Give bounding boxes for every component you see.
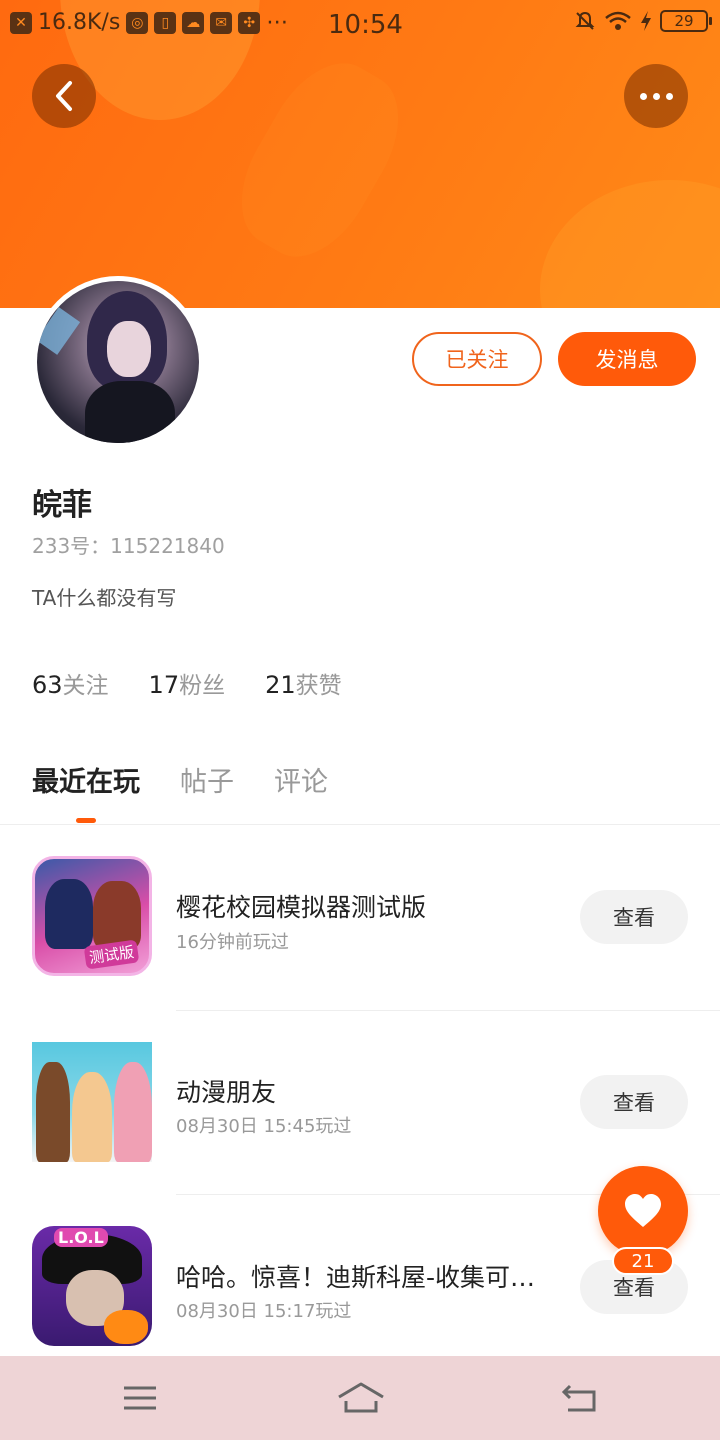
stat-following[interactable]: 63关注 [32, 666, 109, 700]
menu-icon [124, 1386, 156, 1410]
phone-icon: ▯ [154, 11, 177, 34]
tab-recently-played[interactable]: 最近在玩 [32, 760, 140, 799]
game-title: 哈哈。惊喜！迪斯科屋-收集可… [176, 1263, 536, 1292]
nav-back-button[interactable] [558, 1376, 602, 1420]
home-icon [338, 1382, 384, 1413]
fan-icon: ✣ [238, 11, 261, 34]
stat-fans[interactable]: 17粉丝 [149, 666, 226, 700]
cloud-icon: ☁ [182, 11, 205, 34]
view-button[interactable]: 查看 [580, 890, 688, 944]
notification-app-icon: ✕ [10, 11, 32, 34]
tab-posts[interactable]: 帖子 [180, 760, 234, 799]
network-speed: 16.8K/s [38, 10, 121, 35]
mute-icon [575, 11, 595, 30]
followed-button[interactable]: 已关注 [412, 332, 542, 386]
game-played-time: 08月30日 15:17玩过 [176, 1301, 352, 1322]
more-notifications: ⋯ [266, 10, 289, 35]
like-button[interactable] [598, 1166, 688, 1256]
user-id: 233号：115221840 [32, 534, 225, 558]
bio: TA什么都没有写 [32, 586, 177, 610]
more-dots-icon [639, 92, 673, 100]
game-icon[interactable]: 测试版 [32, 856, 152, 976]
mail-icon: ✉ [210, 11, 233, 34]
send-message-button[interactable]: 发消息 [558, 332, 696, 386]
back-button[interactable] [32, 64, 96, 128]
chevron-left-icon [56, 81, 72, 111]
status-bar: ✕ 16.8K/s ◎ ▯ ☁ ✉ ✣ ⋯ 10:54 29 [0, 0, 720, 50]
wechat-icon: ◎ [126, 11, 149, 34]
game-icon[interactable] [32, 1042, 152, 1162]
game-played-time: 16分钟前玩过 [176, 932, 289, 953]
game-badge: 测试版 [83, 939, 140, 970]
like-count-badge: 21 [612, 1247, 674, 1275]
avatar[interactable] [32, 276, 204, 448]
view-button[interactable]: 查看 [580, 1075, 688, 1129]
stat-likes[interactable]: 21获赞 [265, 666, 342, 700]
game-logo: L.O.L [54, 1228, 108, 1247]
game-title: 动漫朋友 [176, 1078, 277, 1107]
game-icon[interactable]: L.O.L [32, 1226, 152, 1346]
divider [0, 824, 720, 825]
divider [176, 1010, 720, 1011]
nav-home-button[interactable] [336, 1376, 386, 1420]
tab-comments[interactable]: 评论 [274, 760, 328, 799]
system-nav-bar [0, 1356, 720, 1440]
wifi-icon [605, 11, 631, 30]
username: 皖菲 [32, 488, 92, 523]
nav-menu-button[interactable] [118, 1376, 162, 1420]
more-options-button[interactable] [624, 64, 688, 128]
back-icon [561, 1384, 596, 1412]
stats-row: 63关注 17粉丝 21获赞 [32, 666, 342, 700]
clock: 10:54 [328, 10, 403, 40]
game-title: 樱花校园模拟器测试版 [176, 893, 427, 922]
tab-indicator [76, 818, 96, 823]
game-played-time: 08月30日 15:45玩过 [176, 1116, 352, 1137]
heart-icon [625, 1194, 661, 1227]
battery-indicator: 29 [660, 10, 712, 32]
charging-icon [641, 11, 651, 31]
tab-bar: 最近在玩 帖子 评论 [32, 760, 328, 799]
